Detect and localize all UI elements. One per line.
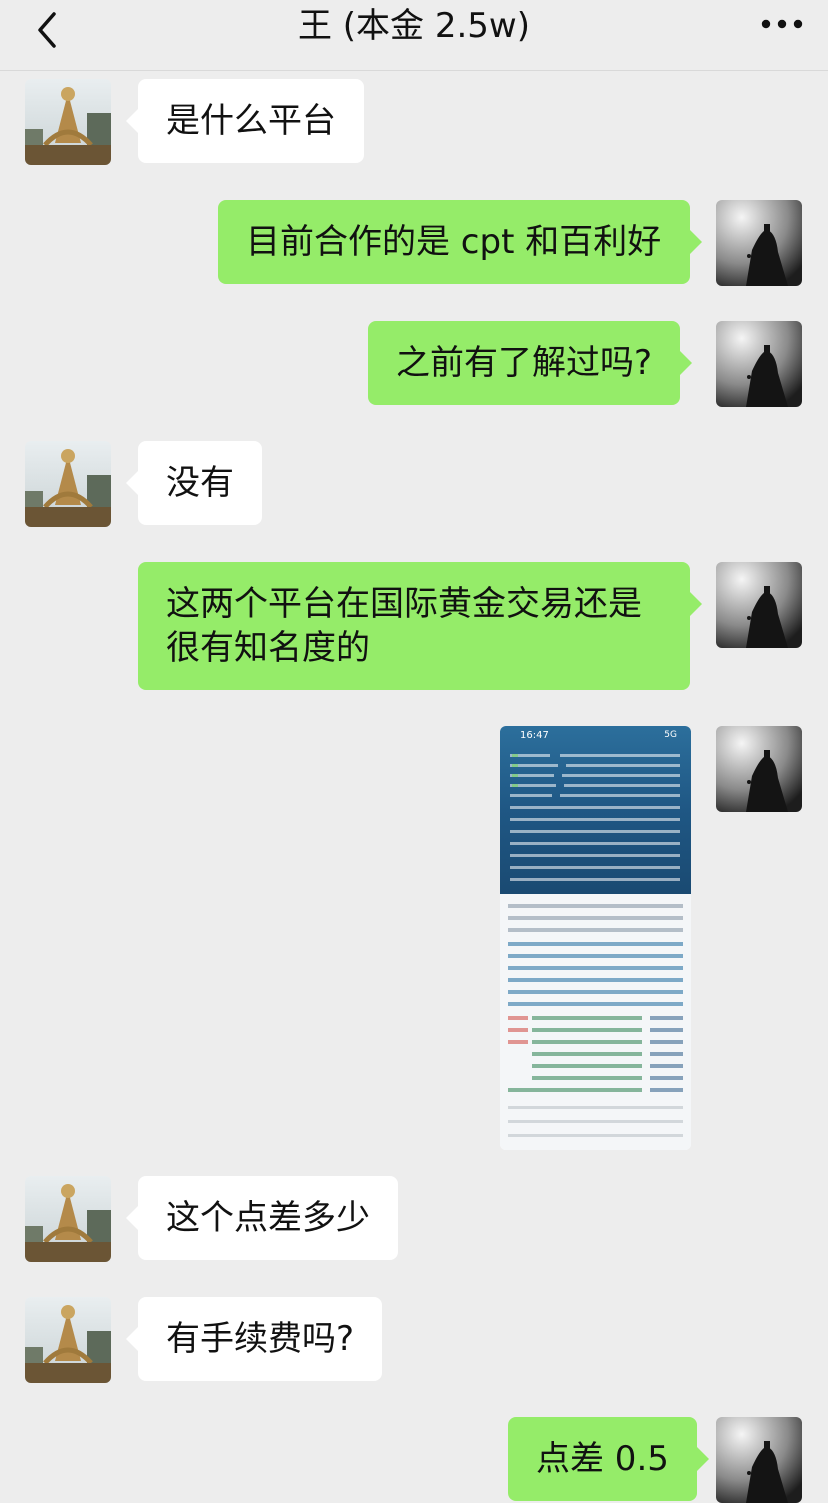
blurred-table-graphic [510, 754, 680, 881]
message-text: 这个点差多少 [166, 1198, 370, 1238]
message-text: 这两个平台在国际黄金交易还是很有知名度的 [166, 584, 642, 668]
ellipsis-icon [761, 19, 803, 29]
screenshot-body-area [500, 894, 691, 1150]
message-text: 是什么平台 [166, 101, 336, 141]
message-bubble[interactable]: 这个点差多少 [126, 1176, 398, 1260]
my-avatar[interactable] [716, 200, 802, 286]
blurred-list-graphic [508, 904, 683, 1137]
screenshot-header-area: 16:47 5G [500, 726, 691, 894]
message-bubble[interactable]: 是什么平台 [126, 79, 364, 163]
image-message[interactable]: 16:47 5G [500, 726, 691, 1150]
message-bubble[interactable]: 有手续费吗? [125, 1297, 383, 1381]
back-button[interactable] [30, 10, 70, 50]
contact-avatar[interactable] [25, 1176, 111, 1262]
chat-header: 王 (本金 2.5w) [0, 0, 828, 71]
my-avatar[interactable] [716, 321, 802, 407]
message-text: 有手续费吗? [166, 1319, 355, 1359]
message-bubble[interactable]: 目前合作的是 cpt 和百利好 [218, 200, 702, 284]
my-avatar[interactable] [716, 562, 802, 648]
contact-avatar[interactable] [25, 441, 111, 527]
message-bubble[interactable]: 这两个平台在国际黄金交易还是很有知名度的 [138, 562, 702, 690]
message-bubble[interactable]: 没有 [126, 441, 262, 525]
contact-avatar[interactable] [25, 1297, 111, 1383]
message-bubble[interactable]: 之前有了解过吗? [368, 321, 693, 405]
chat-title: 王 (本金 2.5w) [297, 6, 531, 46]
my-avatar[interactable] [716, 726, 802, 812]
chevron-left-icon [38, 12, 56, 48]
more-button[interactable] [760, 16, 804, 32]
message-text: 点差 0.5 [536, 1439, 669, 1479]
contact-avatar[interactable] [25, 79, 111, 165]
message-bubble[interactable]: 点差 0.5 [508, 1417, 709, 1501]
message-text: 目前合作的是 cpt 和百利好 [246, 222, 662, 262]
message-text: 之前有了解过吗? [396, 343, 653, 383]
message-text: 没有 [166, 463, 234, 503]
my-avatar[interactable] [716, 1417, 802, 1503]
